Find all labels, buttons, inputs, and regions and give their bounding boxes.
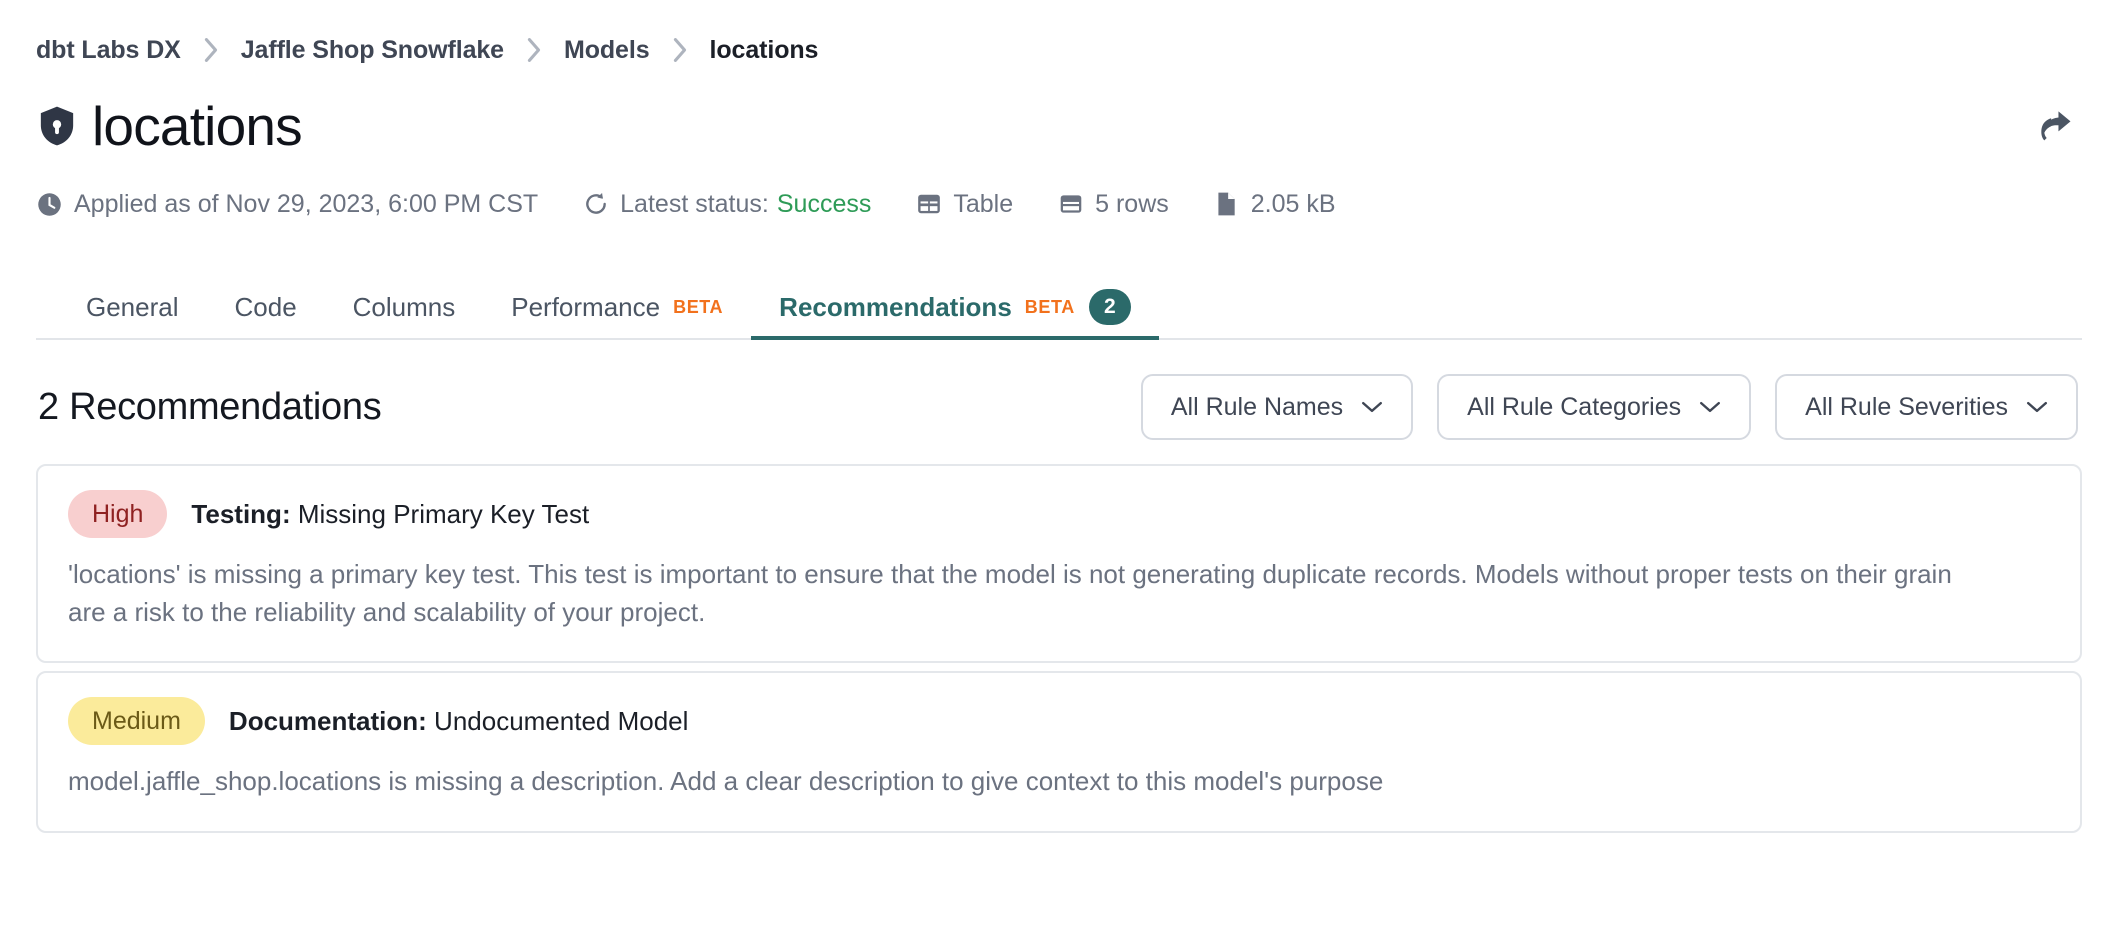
tab-performance[interactable]: Performance BETA bbox=[483, 276, 751, 338]
chevron-down-icon bbox=[1361, 400, 1383, 414]
filter-all-rule-severities[interactable]: All Rule Severities bbox=[1775, 374, 2078, 440]
tab-beta-label: BETA bbox=[673, 297, 723, 318]
recommendation-card[interactable]: Medium Documentation: Undocumented Model m… bbox=[36, 671, 2082, 833]
breadcrumb-separator-icon bbox=[672, 37, 688, 63]
filter-group: All Rule Names All Rule Categories All Rul… bbox=[1141, 374, 2078, 440]
tab-label: Columns bbox=[353, 292, 456, 323]
breadcrumb-link[interactable]: dbt Labs DX bbox=[36, 36, 181, 65]
breadcrumb-link[interactable]: Jaffle Shop Snowflake bbox=[241, 36, 504, 65]
tab-columns[interactable]: Columns bbox=[325, 276, 484, 338]
meta-status-label: Latest status: bbox=[620, 190, 769, 219]
chevron-down-icon bbox=[2026, 400, 2048, 414]
tab-recommendations[interactable]: Recommendations BETA 2 bbox=[751, 276, 1159, 338]
filter-all-rule-names[interactable]: All Rule Names bbox=[1141, 374, 1413, 440]
tab-label: Recommendations bbox=[779, 292, 1012, 323]
tab-beta-label: BETA bbox=[1025, 297, 1075, 318]
tab-code[interactable]: Code bbox=[207, 276, 325, 338]
recommendation-rule: Missing Primary Key Test bbox=[291, 499, 590, 529]
recommendation-category: Testing: bbox=[191, 499, 290, 529]
tab-label: General bbox=[86, 292, 179, 323]
recommendation-category: Documentation: bbox=[229, 706, 427, 736]
tab-bar: GeneralCodeColumnsPerformanceBETARecomme… bbox=[36, 278, 2082, 340]
page-title: locations bbox=[92, 99, 302, 154]
meta-materialization-text: Table bbox=[953, 190, 1013, 219]
breadcrumb: dbt Labs DX Jaffle Shop Snowflake Models lo… bbox=[36, 0, 2082, 74]
recommendation-card-header: Medium Documentation: Undocumented Model bbox=[68, 697, 2050, 745]
recommendation-title: Documentation: Undocumented Model bbox=[229, 706, 689, 737]
meta-applied-at: Applied as of Nov 29, 2023, 6:00 PM CST bbox=[36, 190, 538, 219]
status-badge: Success bbox=[777, 190, 871, 219]
meta-row-count-text: 5 rows bbox=[1095, 190, 1169, 219]
filter-label: All Rule Severities bbox=[1805, 393, 2008, 422]
rows-icon bbox=[1057, 191, 1084, 218]
recommendation-card[interactable]: High Testing: Missing Primary Key Test 'lo… bbox=[36, 464, 2082, 663]
recommendation-description: model.jaffle_shop.locations is missing a… bbox=[68, 763, 1993, 801]
recommendation-rule: Undocumented Model bbox=[427, 706, 689, 736]
clock-icon bbox=[36, 191, 63, 218]
recommendation-card-header: High Testing: Missing Primary Key Test bbox=[68, 490, 2050, 538]
table-grid-icon bbox=[915, 191, 942, 218]
filter-label: All Rule Names bbox=[1171, 393, 1343, 422]
meta-latest-status: Latest status: Success bbox=[582, 190, 871, 219]
model-metadata-row: Applied as of Nov 29, 2023, 6:00 PM CST … bbox=[36, 184, 2082, 224]
breadcrumb-separator-icon bbox=[526, 37, 542, 63]
breadcrumb-separator-icon bbox=[203, 37, 219, 63]
shield-keyhole-icon bbox=[36, 105, 78, 147]
meta-file-size: 2.05 kB bbox=[1213, 190, 1336, 219]
meta-row-count: 5 rows bbox=[1057, 190, 1169, 219]
share-arrow-icon bbox=[2037, 108, 2073, 145]
meta-materialization: Table bbox=[915, 190, 1013, 219]
recommendations-count-title: 2 Recommendations bbox=[38, 386, 381, 429]
filter-label: All Rule Categories bbox=[1467, 393, 1681, 422]
tab-general[interactable]: General bbox=[58, 276, 207, 338]
tab-label: Code bbox=[235, 292, 297, 323]
chevron-down-icon bbox=[1699, 400, 1721, 414]
meta-applied-text: Applied as of Nov 29, 2023, 6:00 PM CST bbox=[74, 190, 538, 219]
filter-all-rule-categories[interactable]: All Rule Categories bbox=[1437, 374, 1751, 440]
breadcrumb-link[interactable]: Models bbox=[564, 36, 650, 65]
tab-count-badge: 2 bbox=[1089, 289, 1131, 325]
severity-badge: Medium bbox=[68, 697, 205, 745]
file-icon bbox=[1213, 191, 1240, 218]
recommendation-description: 'locations' is missing a primary key tes… bbox=[68, 556, 1993, 631]
meta-file-size-text: 2.05 kB bbox=[1251, 190, 1336, 219]
tab-label: Performance bbox=[511, 292, 660, 323]
breadcrumb-current: locations bbox=[710, 36, 819, 65]
recommendations-header: 2 Recommendations All Rule NamesAll Rule… bbox=[36, 374, 2082, 440]
refresh-icon bbox=[582, 191, 609, 218]
model-detail-page: dbt Labs DX Jaffle Shop Snowflake Models lo… bbox=[0, 0, 2118, 942]
share-button[interactable] bbox=[2032, 103, 2078, 149]
page-title-row: locations bbox=[36, 90, 2082, 162]
severity-badge: High bbox=[68, 490, 167, 538]
recommendation-title: Testing: Missing Primary Key Test bbox=[191, 499, 589, 530]
recommendations-list: High Testing: Missing Primary Key Test 'lo… bbox=[36, 464, 2082, 833]
